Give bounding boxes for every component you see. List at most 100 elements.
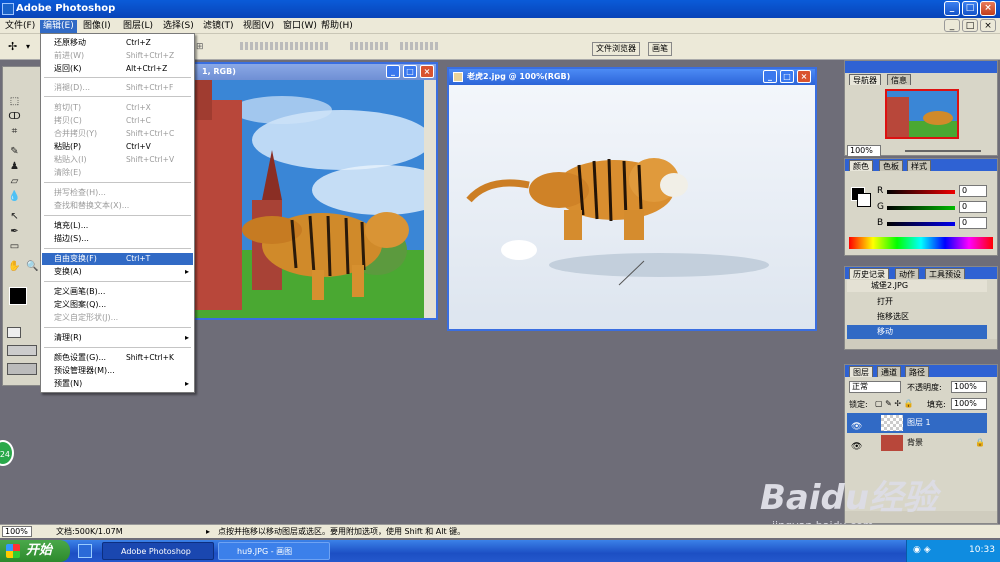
notes-tool-icon[interactable]: ▭ bbox=[7, 240, 22, 253]
distribute-buttons[interactable] bbox=[350, 42, 390, 50]
red-slider[interactable] bbox=[887, 190, 955, 194]
jump-to-imageready-icon[interactable] bbox=[7, 363, 37, 375]
doc-close-button[interactable]: × bbox=[980, 19, 996, 32]
taskbar-paint[interactable]: hu9.JPG - 画图 bbox=[218, 542, 330, 560]
status-zoom-field[interactable]: 100% bbox=[2, 526, 32, 537]
status-arrow-icon[interactable]: ▸ bbox=[206, 525, 210, 538]
menu-item-define-custom-shape[interactable]: 定义自定形状(J)... bbox=[42, 312, 193, 324]
document-window-tiger[interactable]: 老虎2.jpg @ 100%(RGB) _ □ × bbox=[447, 67, 817, 331]
doc2-maximize-button[interactable]: □ bbox=[780, 70, 794, 83]
blur-tool-icon[interactable]: 💧 bbox=[7, 190, 22, 203]
lasso-tool-icon[interactable]: ↀ bbox=[7, 110, 22, 123]
pen-tool-icon[interactable]: ✒ bbox=[7, 225, 22, 238]
menu-edit[interactable]: 编辑(E) bbox=[40, 20, 77, 33]
menu-item-undo-move[interactable]: 还原移动 Ctrl+Z bbox=[42, 37, 193, 49]
history-item-drag-selection[interactable]: 拖移选区 bbox=[847, 310, 987, 324]
distribute-buttons-2[interactable] bbox=[400, 42, 440, 50]
move-tool-icon[interactable]: ✢ bbox=[8, 40, 17, 53]
doc1-titlebar[interactable]: 1, RGB) _ □ × bbox=[162, 64, 436, 80]
menu-item-preset-manager[interactable]: 预设管理器(M)... bbox=[42, 365, 193, 377]
document-window-castle[interactable]: 1, RGB) _ □ × bbox=[160, 62, 438, 320]
doc1-close-button[interactable]: × bbox=[420, 65, 434, 78]
tab-navigator[interactable]: 导航器 bbox=[849, 74, 881, 85]
tab-layers[interactable]: 图层 bbox=[849, 366, 873, 377]
opacity-input[interactable]: 100% bbox=[951, 381, 987, 393]
tab-tool-presets[interactable]: 工具预设 bbox=[925, 268, 965, 279]
taskbar-photoshop[interactable]: Adobe Photoshop bbox=[102, 542, 214, 560]
fill-input[interactable]: 100% bbox=[951, 398, 987, 410]
green-slider[interactable] bbox=[887, 206, 955, 210]
menu-select[interactable]: 选择(S) bbox=[160, 20, 197, 33]
path-select-icon[interactable]: ↖ bbox=[7, 210, 22, 223]
menu-filter[interactable]: 滤镜(T) bbox=[200, 20, 237, 33]
doc-restore-button[interactable]: □ bbox=[962, 19, 978, 32]
menu-item-free-transform[interactable]: 自由变换(F) Ctrl+T bbox=[42, 253, 193, 265]
menu-item-cut[interactable]: 剪切(T) Ctrl+X bbox=[42, 102, 193, 114]
quick-launch-icon[interactable] bbox=[78, 544, 92, 558]
menu-item-step-backward[interactable]: 返回(K) Alt+Ctrl+Z bbox=[42, 63, 193, 75]
eraser-tool-icon[interactable]: ▱ bbox=[7, 175, 22, 188]
tab-actions[interactable]: 动作 bbox=[895, 268, 919, 279]
hand-tool-icon[interactable]: ✋ bbox=[7, 260, 22, 273]
standard-mode-icon[interactable] bbox=[7, 327, 21, 338]
doc1-canvas[interactable] bbox=[162, 80, 424, 318]
lock-icons[interactable]: ▢ ✎ ✢ 🔒 bbox=[875, 399, 914, 408]
menu-view[interactable]: 视图(V) bbox=[240, 20, 277, 33]
layer-row-layer1[interactable]: 👁 图层 1 bbox=[847, 413, 987, 433]
foreground-color-swatch[interactable] bbox=[9, 287, 27, 305]
tab-color[interactable]: 颜色 bbox=[849, 160, 873, 171]
blend-mode-select[interactable]: 正常 bbox=[849, 381, 901, 393]
doc1-vertical-scrollbar[interactable] bbox=[424, 80, 436, 318]
tray-icons[interactable]: ◉ ◈ bbox=[913, 545, 931, 555]
tab-styles[interactable]: 样式 bbox=[907, 160, 931, 171]
menu-item-clear[interactable]: 清除(E) bbox=[42, 167, 193, 179]
floating-badge[interactable]: 24 bbox=[0, 440, 14, 466]
red-value-input[interactable]: 0 bbox=[959, 185, 987, 197]
menu-file[interactable]: 文件(F) bbox=[2, 20, 38, 33]
screen-mode-icon[interactable] bbox=[7, 345, 37, 356]
menu-item-fade[interactable]: 消褪(D)... Shift+Ctrl+F bbox=[42, 82, 193, 94]
menu-item-paste[interactable]: 粘贴(P) Ctrl+V bbox=[42, 141, 193, 153]
doc2-minimize-button[interactable]: _ bbox=[763, 70, 777, 83]
crop-tool-icon[interactable]: ⌗ bbox=[7, 125, 22, 138]
history-item-open[interactable]: 打开 bbox=[847, 295, 987, 309]
menu-item-purge[interactable]: 清理(R) ▸ bbox=[42, 332, 193, 344]
history-item-move[interactable]: 移动 bbox=[847, 325, 987, 339]
layer-row-background[interactable]: 👁 背景 🔒 bbox=[847, 433, 987, 453]
menu-image[interactable]: 图像(I) bbox=[80, 20, 114, 33]
stamp-tool-icon[interactable]: ♟ bbox=[7, 160, 22, 173]
tab-file-browser[interactable]: 文件浏览器 bbox=[592, 42, 640, 56]
color-spectrum-bar[interactable] bbox=[849, 237, 993, 249]
eye-icon[interactable]: 👁 bbox=[851, 437, 862, 457]
doc1-minimize-button[interactable]: _ bbox=[386, 65, 400, 78]
menu-item-define-brush[interactable]: 定义画笔(B)... bbox=[42, 286, 193, 298]
menu-item-color-settings[interactable]: 颜色设置(G)... Shift+Ctrl+K bbox=[42, 352, 193, 364]
tab-channels[interactable]: 通道 bbox=[877, 366, 901, 377]
color-background-swatch[interactable] bbox=[857, 193, 871, 207]
navigator-zoom-field[interactable]: 100% bbox=[847, 145, 881, 157]
doc2-close-button[interactable]: × bbox=[797, 70, 811, 83]
menu-item-copy-merged[interactable]: 合并拷贝(Y) Shift+Ctrl+C bbox=[42, 128, 193, 140]
minimize-button[interactable]: _ bbox=[944, 1, 960, 16]
doc2-titlebar[interactable]: 老虎2.jpg @ 100%(RGB) _ □ × bbox=[449, 69, 815, 85]
menu-item-find-replace[interactable]: 查找和替换文本(X)... bbox=[42, 200, 193, 212]
align-icon[interactable]: ⊞ bbox=[196, 42, 204, 52]
menu-item-fill[interactable]: 填充(L)... bbox=[42, 220, 193, 232]
tab-swatches[interactable]: 色板 bbox=[879, 160, 903, 171]
history-snapshot[interactable]: 城堡2.JPG bbox=[847, 280, 987, 292]
tab-brushes[interactable]: 画笔 bbox=[648, 42, 672, 56]
maximize-button[interactable]: □ bbox=[962, 1, 978, 16]
menu-item-define-pattern[interactable]: 定义图案(Q)... bbox=[42, 299, 193, 311]
close-button[interactable]: × bbox=[980, 1, 996, 16]
menu-item-copy[interactable]: 拷贝(C) Ctrl+C bbox=[42, 115, 193, 127]
tab-info[interactable]: 信息 bbox=[887, 74, 911, 85]
marquee-tool-icon[interactable]: ⬚ bbox=[7, 95, 22, 108]
navigator-thumbnail[interactable] bbox=[885, 89, 959, 139]
tab-paths[interactable]: 路径 bbox=[905, 366, 929, 377]
menu-item-step-forward[interactable]: 前进(W) Shift+Ctrl+Z bbox=[42, 50, 193, 62]
menu-layer[interactable]: 图层(L) bbox=[120, 20, 156, 33]
tab-history[interactable]: 历史记录 bbox=[849, 268, 889, 279]
blue-value-input[interactable]: 0 bbox=[959, 217, 987, 229]
healing-brush-icon[interactable]: ✎ bbox=[7, 145, 22, 158]
doc2-canvas[interactable] bbox=[449, 85, 815, 329]
